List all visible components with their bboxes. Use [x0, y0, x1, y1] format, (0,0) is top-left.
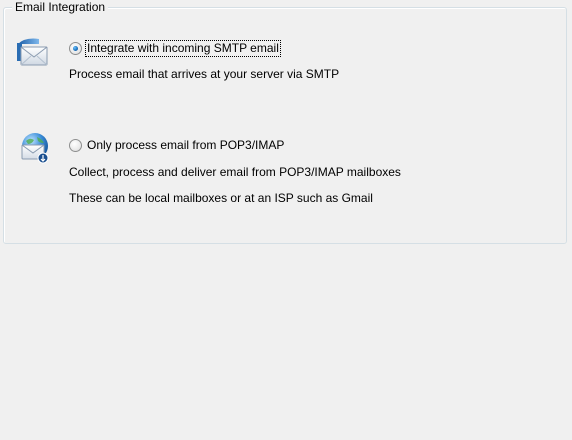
globe-envelope-icon	[21, 133, 49, 164]
groupbox-title: Email Integration	[12, 0, 109, 15]
pop3-imap-description-2: These can be local mailboxes or at an IS…	[69, 191, 373, 205]
envelope-icon	[17, 38, 48, 66]
pop3-imap-radio-option[interactable]: Only process email from POP3/IMAP	[69, 138, 285, 153]
smtp-radio-button[interactable]	[69, 42, 82, 55]
pop3-imap-radio-button[interactable]	[69, 139, 82, 152]
pop3-imap-radio-label[interactable]: Only process email from POP3/IMAP	[86, 138, 285, 153]
smtp-description: Process email that arrives at your serve…	[69, 67, 340, 81]
smtp-radio-label[interactable]: Integrate with incoming SMTP email	[85, 40, 281, 57]
pop3-imap-description-1: Collect, process and deliver email from …	[69, 165, 401, 179]
smtp-radio-option[interactable]: Integrate with incoming SMTP email	[69, 40, 281, 57]
